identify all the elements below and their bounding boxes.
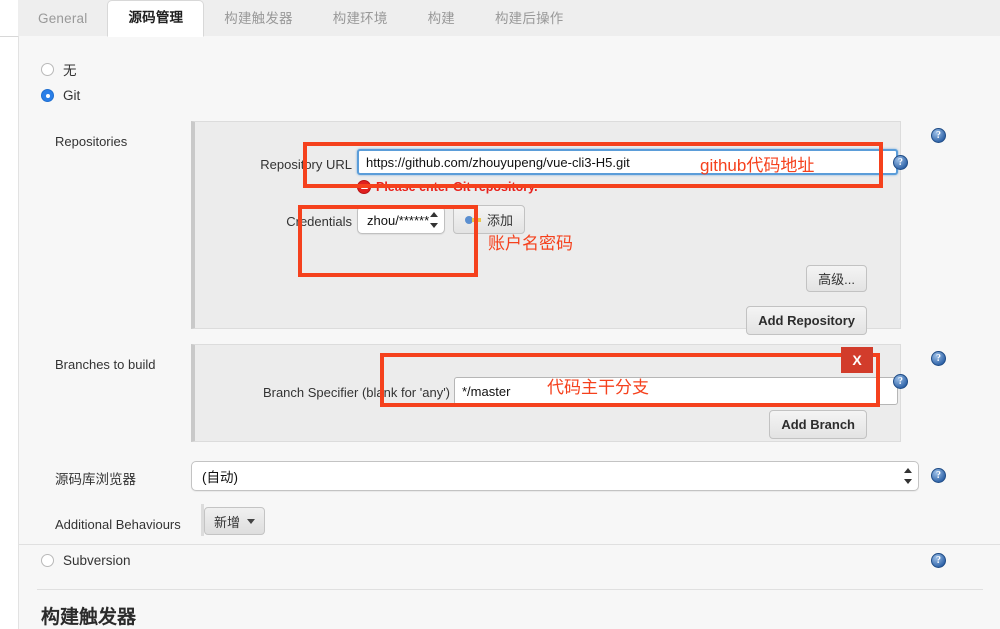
annotation-repository-url: github代码地址 (700, 151, 814, 176)
form-body: 无 Git Repositories Repository URL Please… (18, 36, 1000, 629)
additional-behaviours-label: Additional Behaviours (55, 517, 181, 532)
branch-specifier-label: Branch Specifier (blank for 'any') (205, 385, 450, 400)
repository-browser-select[interactable]: (自动) (191, 461, 919, 491)
credentials-label: Credentials (232, 214, 352, 229)
jenkins-scm-config-page: General 源码管理 构建触发器 构建环境 构建 构建后操作 无 Git R… (0, 0, 1000, 629)
branches-label: Branches to build (55, 357, 155, 372)
branch-specifier-input[interactable] (454, 377, 898, 405)
tab-scm[interactable]: 源码管理 (107, 0, 204, 37)
radio-none-label: 无 (63, 59, 77, 79)
radio-git-circle[interactable] (41, 89, 54, 102)
branches-panel: Branch Specifier (blank for 'any') Add B… (191, 344, 901, 442)
credentials-select[interactable]: zhou/****** (357, 206, 445, 234)
section-title-build-triggers: 构建触发器 (41, 602, 136, 629)
repository-browser-value: (自动) (202, 466, 238, 486)
radio-scm-git[interactable]: Git (41, 88, 80, 103)
repository-browser-label: 源码库浏览器 (55, 468, 136, 488)
help-icon-subversion[interactable]: ? (931, 553, 946, 568)
help-icon-branches[interactable]: ? (931, 351, 946, 366)
help-icon-repositories[interactable]: ? (931, 128, 946, 143)
add-repository-button[interactable]: Add Repository (746, 306, 867, 335)
repository-url-input[interactable] (357, 149, 898, 175)
add-credentials-label: 添加 (487, 210, 513, 229)
key-icon (465, 215, 481, 225)
annotation-branch: 代码主干分支 (547, 373, 649, 398)
tab-build-triggers[interactable]: 构建触发器 (204, 1, 313, 36)
radio-scm-none[interactable]: 无 (41, 59, 77, 79)
add-behaviour-label: 新增 (214, 512, 240, 531)
divider-footer (37, 589, 983, 590)
repositories-label: Repositories (55, 134, 127, 149)
stepper-icon[interactable] (430, 212, 437, 228)
add-behaviour-button[interactable]: 新增 (204, 507, 265, 535)
radio-subversion-circle[interactable] (41, 554, 54, 567)
annotation-credentials: 账户名密码 (488, 229, 573, 254)
radio-none-circle[interactable] (41, 63, 54, 76)
repository-url-error: Please enter Git repository. (357, 180, 538, 194)
tab-bar: General 源码管理 构建触发器 构建环境 构建 构建后操作 (0, 0, 1000, 37)
help-icon-branch-specifier[interactable]: ? (893, 374, 908, 389)
error-icon (357, 180, 371, 194)
repository-url-error-text: Please enter Git repository. (376, 180, 538, 194)
repository-url-label: Repository URL (232, 157, 352, 172)
chevron-down-icon (247, 519, 255, 524)
delete-branch-button[interactable]: X (841, 347, 873, 373)
help-icon-repository-browser[interactable]: ? (931, 468, 946, 483)
tab-post-build-actions[interactable]: 构建后操作 (475, 1, 584, 36)
radio-subversion-label: Subversion (63, 553, 131, 568)
radio-git-label: Git (63, 88, 80, 103)
help-icon-repository-url[interactable]: ? (893, 155, 908, 170)
radio-scm-subversion[interactable]: Subversion (41, 553, 131, 568)
advanced-button[interactable]: 高级... (806, 265, 867, 292)
credentials-value: zhou/****** (367, 213, 429, 228)
tab-build[interactable]: 构建 (408, 1, 475, 36)
browser-stepper-icon[interactable] (904, 468, 911, 484)
tab-build-environment[interactable]: 构建环境 (313, 1, 408, 36)
add-branch-button[interactable]: Add Branch (769, 410, 867, 439)
divider-subversion-top (19, 544, 1000, 545)
tab-general[interactable]: General (18, 1, 107, 36)
